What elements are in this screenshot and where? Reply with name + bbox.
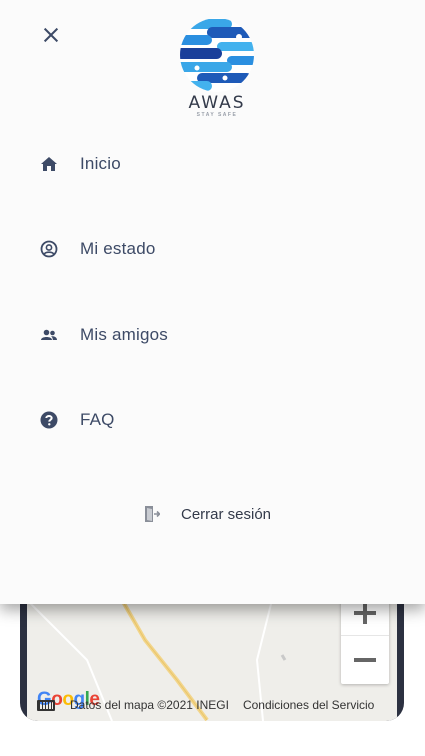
users-icon — [41, 329, 57, 340]
question-circle-icon — [40, 411, 58, 429]
logo-tagline: STAY SAFE — [196, 112, 238, 118]
menu-item-label: Inicio — [80, 154, 121, 173]
logo-name: AWAS — [188, 93, 246, 113]
menu-item-mi-estado[interactable]: Mi estado — [0, 224, 425, 274]
menu-item-label: FAQ — [80, 410, 115, 429]
terms-link[interactable]: Condiciones del Servicio — [243, 698, 374, 712]
navigation-drawer: AWAS STAY SAFE Inicio Mi estado Mis amig… — [0, 0, 425, 604]
awas-logo: AWAS STAY SAFE — [177, 15, 257, 120]
zoom-control — [341, 590, 389, 684]
logout-label: Cerrar sesión — [181, 505, 272, 523]
close-icon[interactable] — [38, 22, 64, 48]
keyboard-icon[interactable] — [37, 699, 55, 711]
map-attribution-bar: Datos del mapa ©2021 INEGI Condiciones d… — [27, 697, 397, 713]
sign-out-icon — [145, 506, 160, 522]
menu-item-label: Mi estado — [80, 239, 156, 258]
zoom-out-button[interactable] — [341, 637, 389, 683]
globe-icon — [180, 18, 254, 92]
menu-item-label: Mis amigos — [80, 325, 168, 344]
user-circle-icon — [40, 240, 58, 258]
home-icon — [41, 157, 57, 171]
logout-button[interactable]: Cerrar sesión — [130, 500, 300, 528]
menu-item-inicio[interactable]: Inicio — [0, 139, 425, 189]
menu-item-mis-amigos[interactable]: Mis amigos — [0, 310, 425, 360]
menu-item-faq[interactable]: FAQ — [0, 395, 425, 445]
map-data-text: Datos del mapa ©2021 INEGI — [70, 698, 229, 712]
